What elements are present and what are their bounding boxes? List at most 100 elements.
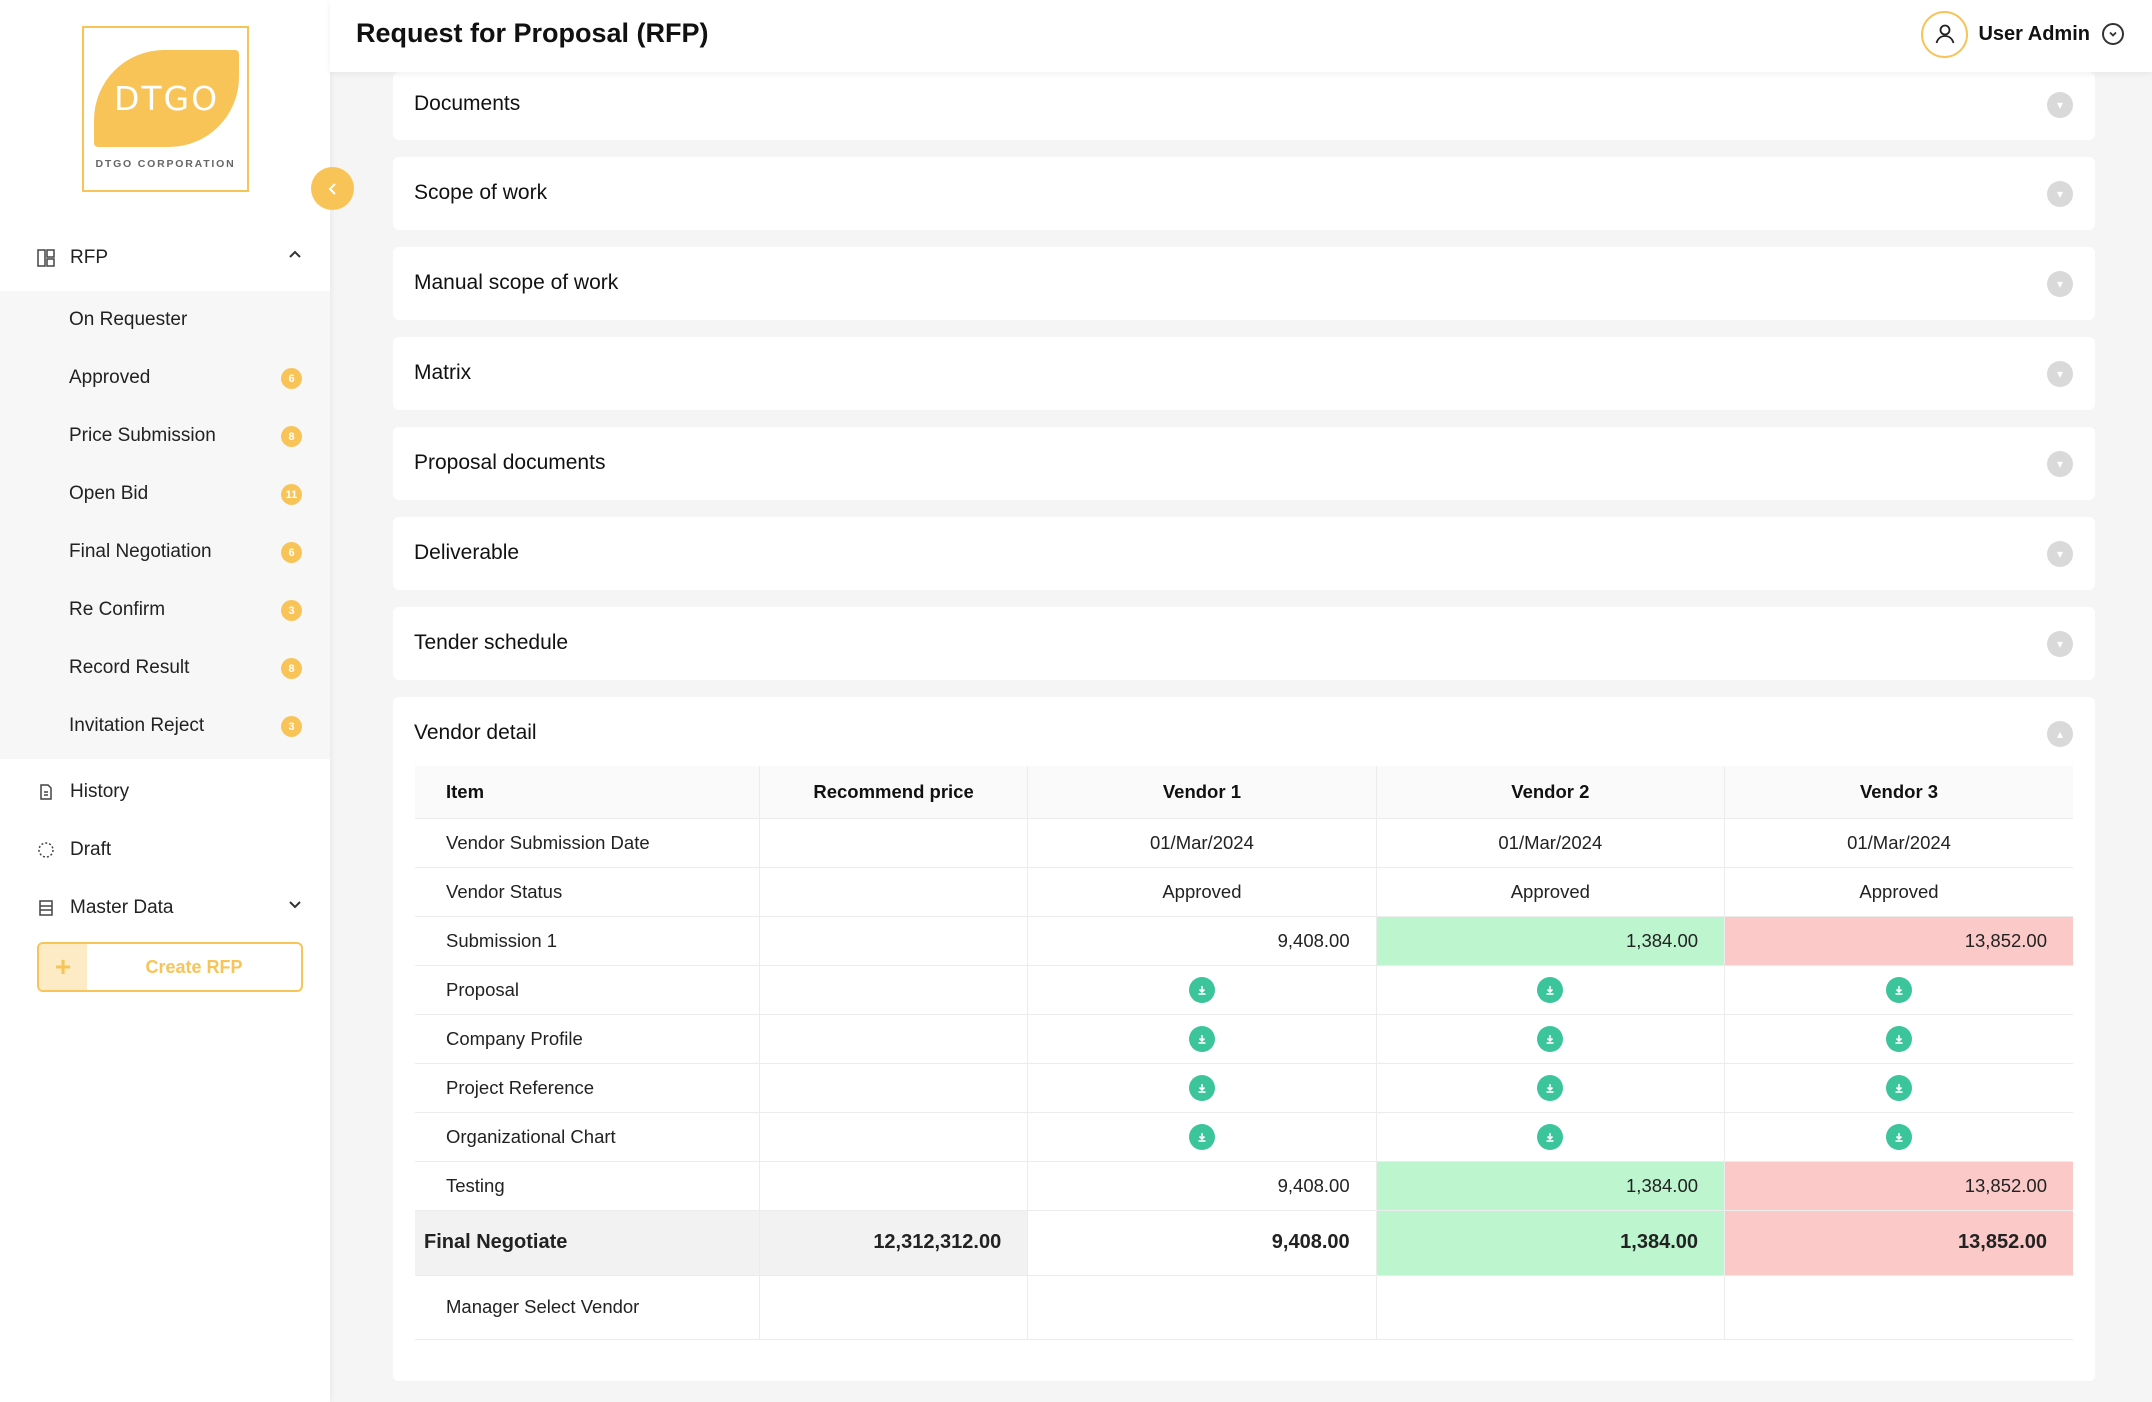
cell: 9,408.00 <box>1027 1210 1377 1276</box>
nav-history[interactable]: History <box>0 763 330 821</box>
cell: 01/Mar/2024 <box>1376 818 1726 868</box>
cell <box>1724 1112 2073 1162</box>
sidebar-item-record-result[interactable]: Record Result 8 <box>0 639 330 697</box>
row-label: Submission 1 <box>415 916 760 966</box>
cell <box>1376 1014 1726 1064</box>
row-label: Proposal <box>415 965 760 1015</box>
cell-lowest: 1,384.00 <box>1376 916 1726 966</box>
download-icon[interactable] <box>1188 976 1215 1003</box>
column-header: Vendor 2 <box>1376 766 1726 819</box>
create-rfp-button[interactable]: + Create RFP <box>37 942 303 992</box>
section-deliverable[interactable]: Deliverable ▾ <box>393 517 2095 590</box>
table-row-final: Final Negotiate 12,312,312.00 9,408.00 1… <box>415 1210 2073 1276</box>
sidebar-item-approved[interactable]: Approved 6 <box>0 349 330 407</box>
download-icon[interactable] <box>1886 976 1913 1003</box>
sidebar-item-final-negotiation[interactable]: Final Negotiation 6 <box>0 523 330 581</box>
collapse-sidebar-button[interactable] <box>311 167 354 210</box>
sidebar-item-re-confirm[interactable]: Re Confirm 3 <box>0 581 330 639</box>
column-header: Vendor 1 <box>1027 766 1377 819</box>
cell[interactable] <box>1724 1275 2073 1340</box>
chevron-down-icon[interactable]: ▾ <box>2047 181 2073 207</box>
table-header-row: Item Recommend price Vendor 1 Vendor 2 V… <box>415 766 2073 819</box>
chevron-down-icon[interactable]: ▾ <box>2047 361 2073 387</box>
download-icon[interactable] <box>1886 1025 1913 1052</box>
sidebar-item-label: Re Confirm <box>69 599 166 620</box>
cell <box>759 818 1029 868</box>
cell: 01/Mar/2024 <box>1724 818 2073 868</box>
cell: 9,408.00 <box>1027 916 1377 966</box>
chevron-down-circle-icon[interactable] <box>2102 23 2124 45</box>
count-badge: 6 <box>281 368 302 389</box>
chevron-down-icon[interactable]: ▾ <box>2047 631 2073 657</box>
cell <box>759 867 1029 917</box>
row-label: Vendor Status <box>415 867 760 917</box>
section-proposal-documents[interactable]: Proposal documents ▾ <box>393 427 2095 500</box>
download-icon[interactable] <box>1537 1025 1564 1052</box>
count-badge: 3 <box>281 716 302 737</box>
sidebar-item-label: Approved <box>69 367 151 388</box>
download-icon[interactable] <box>1537 1074 1564 1101</box>
cell-highest: 13,852.00 <box>1724 916 2073 966</box>
cell <box>1724 1014 2073 1064</box>
chevron-down-icon[interactable]: ▾ <box>2047 451 2073 477</box>
section-scope-of-work[interactable]: Scope of work ▾ <box>393 157 2095 230</box>
cell <box>759 1161 1029 1211</box>
sidebar: DTGO DTGO CORPORATION RFP On Requester A… <box>0 0 330 1402</box>
cell: Approved <box>1027 867 1377 917</box>
section-title: Scope of work <box>414 181 548 204</box>
page-title: Request for Proposal (RFP) <box>356 18 709 48</box>
chevron-down-icon[interactable]: ▾ <box>2047 541 2073 567</box>
cell <box>759 916 1029 966</box>
sidebar-item-label: Invitation Reject <box>69 715 205 736</box>
nav-draft[interactable]: Draft <box>0 821 330 879</box>
sidebar-item-price-submission[interactable]: Price Submission 8 <box>0 407 330 465</box>
nav-master-data[interactable]: Master Data <box>0 879 330 937</box>
cell[interactable] <box>1027 1275 1377 1340</box>
nav-rfp[interactable]: RFP <box>0 229 330 287</box>
chevron-down-icon[interactable]: ▾ <box>2047 271 2073 297</box>
count-badge: 8 <box>281 426 302 447</box>
dashboard-icon <box>36 248 56 268</box>
table-row: Testing 9,408.00 1,384.00 13,852.00 <box>415 1161 2073 1211</box>
company-logo: DTGO DTGO CORPORATION <box>82 26 249 192</box>
sidebar-item-open-bid[interactable]: Open Bid 11 <box>0 465 330 523</box>
table-row: Vendor Status Approved Approved Approved <box>415 867 2073 917</box>
download-icon[interactable] <box>1886 1074 1913 1101</box>
download-icon[interactable] <box>1188 1074 1215 1101</box>
cell: 9,408.00 <box>1027 1161 1377 1211</box>
sidebar-item-on-requester[interactable]: On Requester <box>0 291 330 349</box>
cell-highest: 13,852.00 <box>1724 1210 2073 1276</box>
chevron-down-icon[interactable]: ▾ <box>2047 92 2073 118</box>
section-documents[interactable]: Documents ▾ <box>393 72 2095 140</box>
section-tender-schedule[interactable]: Tender schedule ▾ <box>393 607 2095 680</box>
cell[interactable] <box>1376 1275 1726 1340</box>
download-icon[interactable] <box>1188 1123 1215 1150</box>
chevron-up-icon[interactable]: ▴ <box>2047 721 2073 747</box>
sidebar-item-label: Record Result <box>69 657 190 678</box>
section-title: Manual scope of work <box>414 271 619 294</box>
nav-draft-label: Draft <box>70 839 112 860</box>
user-menu[interactable]: User Admin <box>1921 10 2124 58</box>
table-row: Proposal <box>415 965 2073 1015</box>
cell: 01/Mar/2024 <box>1027 818 1377 868</box>
table-row: Submission 1 9,408.00 1,384.00 13,852.00 <box>415 916 2073 966</box>
cell-lowest: 1,384.00 <box>1376 1161 1726 1211</box>
cell: Approved <box>1724 867 2073 917</box>
cell: Approved <box>1376 867 1726 917</box>
logo-subtitle: DTGO CORPORATION <box>95 158 236 170</box>
section-title: Proposal documents <box>414 451 606 474</box>
download-icon[interactable] <box>1537 1123 1564 1150</box>
row-label: Final Negotiate <box>415 1210 760 1276</box>
count-badge: 8 <box>281 658 302 679</box>
download-icon[interactable] <box>1886 1123 1913 1150</box>
count-badge: 6 <box>281 542 302 563</box>
download-icon[interactable] <box>1188 1025 1215 1052</box>
section-manual-scope-of-work[interactable]: Manual scope of work ▾ <box>393 247 2095 320</box>
cell-highest: 13,852.00 <box>1724 1161 2073 1211</box>
download-icon[interactable] <box>1537 976 1564 1003</box>
nav-master-data-label: Master Data <box>70 897 174 918</box>
nav-rfp-label: RFP <box>70 247 108 268</box>
cell <box>759 1112 1029 1162</box>
sidebar-item-invitation-reject[interactable]: Invitation Reject 3 <box>0 697 330 755</box>
section-matrix[interactable]: Matrix ▾ <box>393 337 2095 410</box>
